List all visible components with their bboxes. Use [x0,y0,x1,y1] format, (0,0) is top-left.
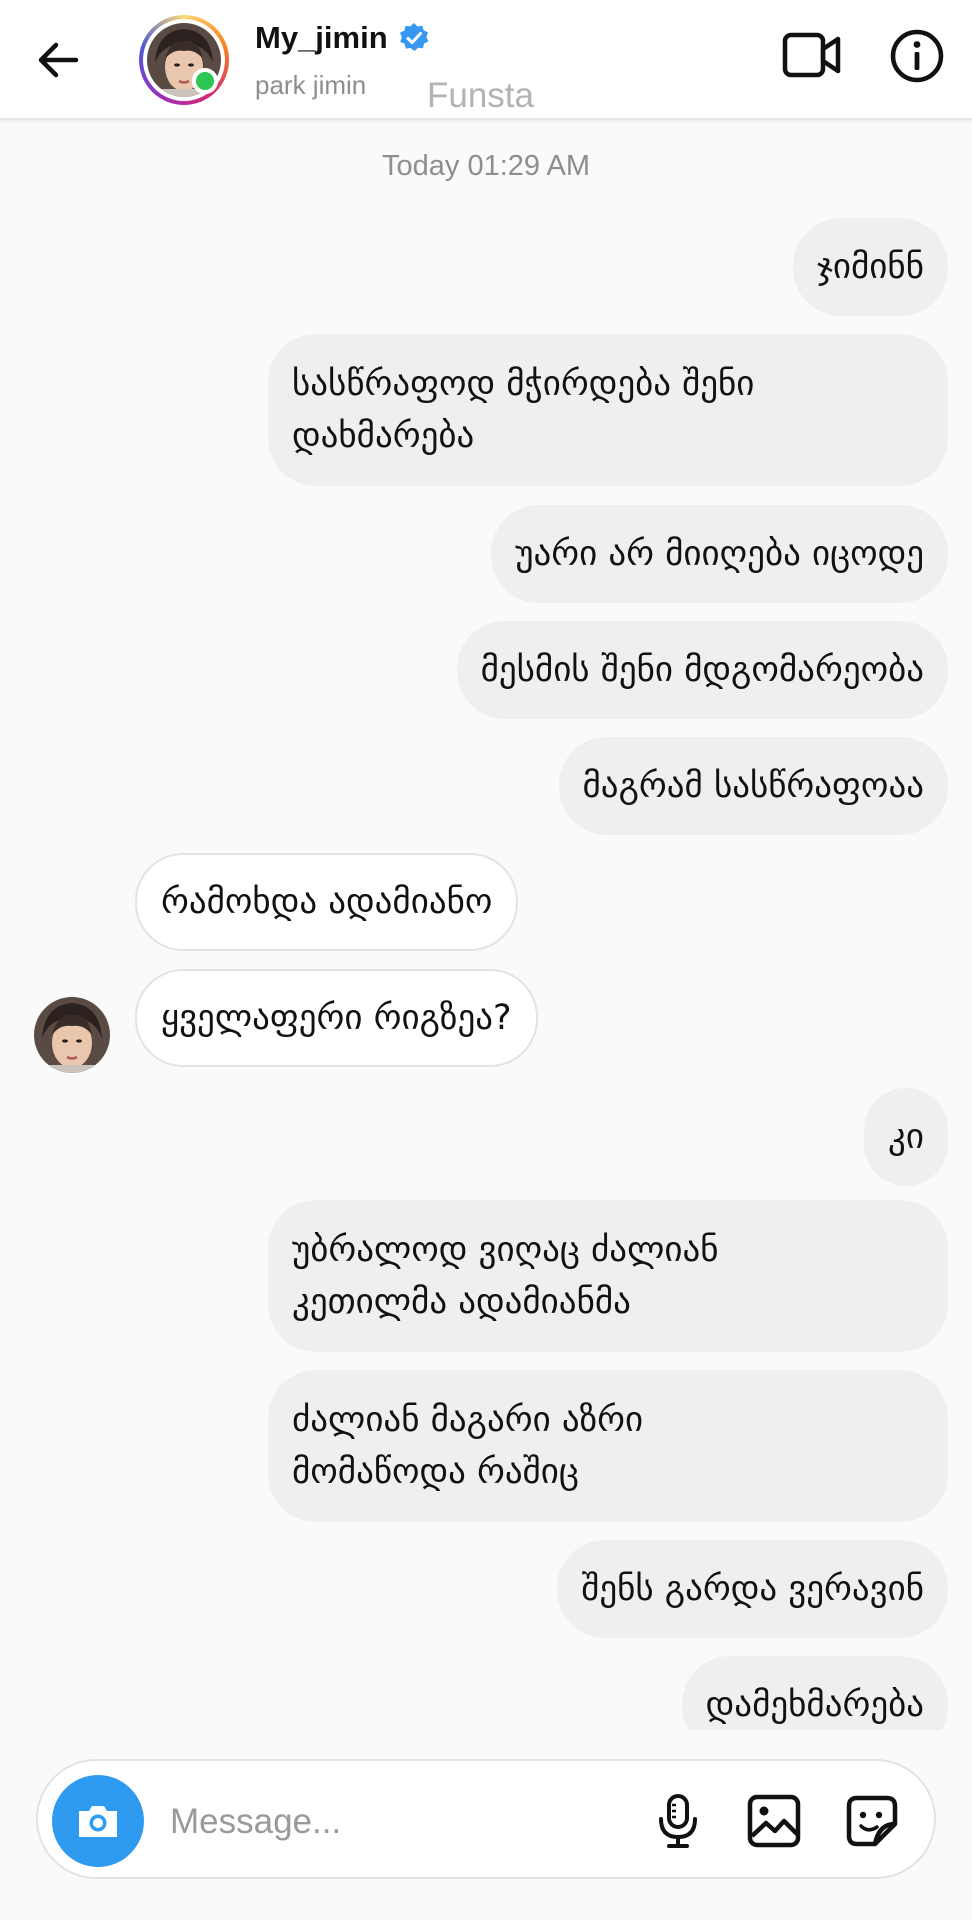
verified-badge-icon [399,23,429,51]
message-bubble-sent[interactable]: ჯიმინნ [793,218,948,316]
message-bubble-sent[interactable]: მესმის შენი მდგომარეობა [456,621,948,719]
video-call-button[interactable] [780,26,844,84]
message-bubble-sent[interactable]: ძალიან მაგარი აზრი მომაწოდა რაშიც [268,1370,948,1522]
message-bubble-received[interactable]: რამოხდა ადამიანო [135,853,519,951]
full-name: park jimin [255,70,367,100]
online-status-dot [192,68,218,94]
profile-avatar[interactable] [139,15,229,105]
chat-timestamp: Today 01:29 AM [382,150,590,182]
sticker-icon [846,1795,898,1847]
gallery-button[interactable] [744,1791,804,1851]
image-icon [747,1794,801,1848]
funsta-label: Funsta [427,76,534,115]
microphone-icon [659,1794,697,1848]
message-bubble-sent[interactable]: შენს გარდა ვერავინ [557,1540,948,1638]
sticker-button[interactable] [842,1791,902,1851]
message-bubble-sent[interactable]: მაგრამ სასწრაფოაა [558,737,948,835]
message-bubble-sent[interactable]: უბრალოდ ვიღაც ძალიან კეთილმა ადამიანმა [268,1200,948,1352]
camera-icon [79,1806,117,1837]
chat-header: My_jimin park jimin Funsta [0,0,972,120]
camera-button[interactable] [52,1775,144,1867]
message-input[interactable] [168,1791,632,1853]
info-icon [890,29,944,83]
sender-avatar[interactable] [34,997,110,1073]
voice-message-button[interactable] [650,1791,706,1851]
message-bubble-sent[interactable]: კი [864,1088,948,1186]
message-bubble-sent[interactable]: უარი არ მიიღება იცოდე [491,505,948,603]
arrow-left-icon [38,42,79,78]
username-row[interactable]: My_jimin [255,20,430,56]
message-bubble-received[interactable]: ყველაფერი რიგზეა? [135,969,538,1067]
message-composer [36,1759,936,1879]
message-bubble-sent[interactable]: სასწრაფოდ მჭირდება შენი დახმარება [268,334,948,486]
video-camera-icon [782,32,841,78]
username: My_jimin [255,20,388,55]
info-button[interactable] [889,28,945,84]
back-button[interactable] [28,30,88,90]
